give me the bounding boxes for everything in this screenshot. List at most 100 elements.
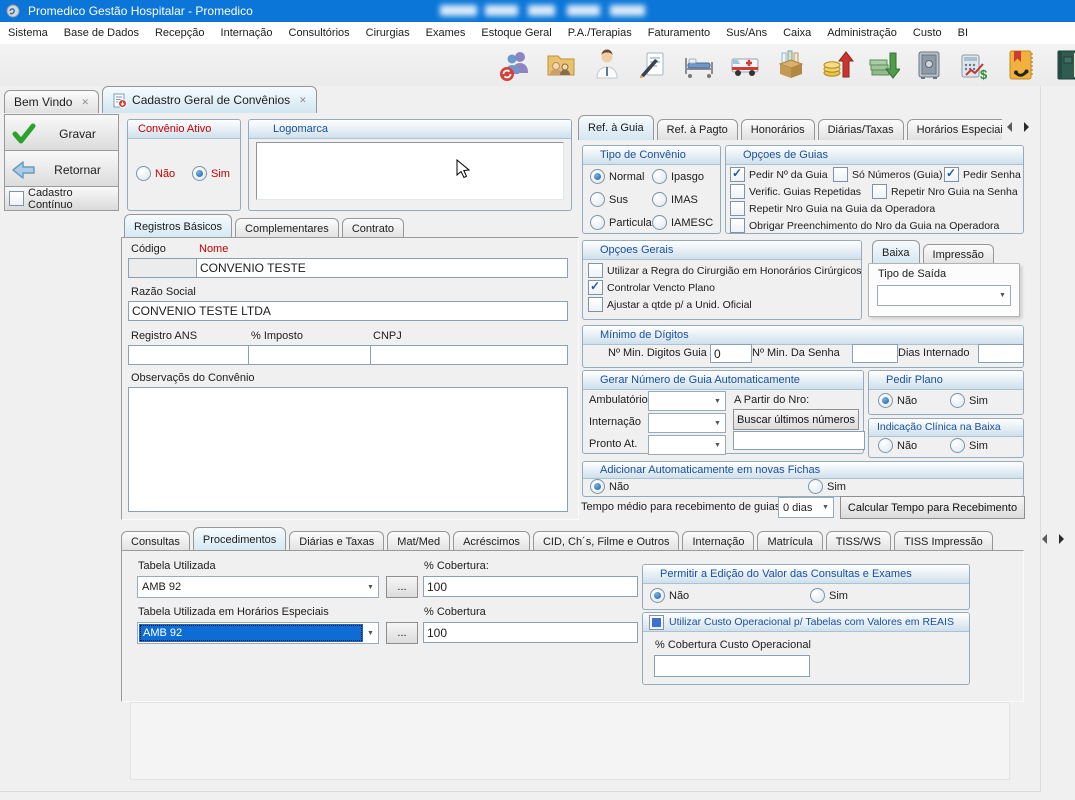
calcular-tempo-button[interactable]: Calcular Tempo para Recebimento: [840, 496, 1025, 519]
radio[interactable]: [652, 192, 667, 207]
cadastro-continuo-checkbox[interactable]: [9, 191, 24, 206]
menu-sus-ans[interactable]: Sus/Ans: [718, 22, 775, 44]
custo-operacional-checkbox[interactable]: [649, 615, 664, 630]
checkbox[interactable]: [730, 167, 745, 182]
checkbox[interactable]: [833, 167, 848, 182]
radio[interactable]: [810, 588, 825, 603]
checkbox[interactable]: [588, 297, 603, 312]
pronto-at-combo[interactable]: ▼: [648, 435, 726, 455]
menu-recepcao[interactable]: Recepção: [147, 22, 213, 44]
buscar-ultimos-numeros-button[interactable]: Buscar últimos números: [733, 409, 859, 430]
scroll-right-icon[interactable]: [1059, 534, 1064, 544]
cobertura1-field[interactable]: 100: [423, 576, 638, 597]
menu-pa-terapias[interactable]: P.A./Terapias: [560, 22, 640, 44]
checkbox[interactable]: [730, 184, 745, 199]
close-icon[interactable]: ✕: [81, 97, 89, 108]
tab-diarias-taxas[interactable]: Diárias/Taxas: [818, 119, 904, 140]
prescription-icon[interactable]: [635, 47, 671, 83]
menu-caixa[interactable]: Caixa: [775, 22, 819, 44]
phone-directory-icon[interactable]: [1003, 47, 1039, 83]
radio[interactable]: [590, 479, 605, 494]
chk-pedir-senha[interactable]: Pedir Senha: [944, 167, 1021, 182]
tab-baixa[interactable]: Baixa: [872, 240, 920, 265]
cnpj-field[interactable]: [370, 345, 568, 365]
ambulatorio-combo[interactable]: ▼: [648, 391, 726, 411]
tab-complementares[interactable]: Complementares: [235, 218, 339, 239]
menu-faturamento[interactable]: Faturamento: [640, 22, 718, 44]
menu-cirurgias[interactable]: Cirurgias: [358, 22, 418, 44]
tab-cadastro-convenios[interactable]: Cadastro Geral de Convênios ✕: [102, 86, 317, 113]
min-senha-field[interactable]: [852, 344, 898, 363]
adicionar-sim[interactable]: Sim: [808, 479, 846, 494]
tab-ref-pagto[interactable]: Ref. à Pagto: [657, 119, 738, 140]
menu-consultorios[interactable]: Consultórios: [281, 22, 358, 44]
tipo-particular[interactable]: Particular: [590, 215, 655, 230]
tab-diarias-e-taxas[interactable]: Diárias e Taxas: [289, 531, 384, 552]
nome-field[interactable]: CONVENIO TESTE: [196, 258, 568, 278]
revenue-up-icon[interactable]: [819, 47, 855, 83]
tabela-utilizada-combo[interactable]: AMB 92▼: [137, 576, 379, 598]
hospital-bed-icon[interactable]: [681, 47, 717, 83]
convenio-ativo-nao[interactable]: Não: [136, 166, 175, 181]
scroll-left-icon[interactable]: [1007, 122, 1012, 132]
patient-records-icon[interactable]: [543, 47, 579, 83]
radio[interactable]: [652, 215, 667, 230]
retornar-button[interactable]: Retornar: [4, 150, 119, 189]
scroll-right-icon[interactable]: [1024, 122, 1029, 132]
logomarca-image-box[interactable]: [256, 142, 564, 200]
chk-obrigar-preenchimento[interactable]: Obrigar Preenchimento do Nro da Guia na …: [730, 218, 999, 233]
chk-regra-cirurgiao[interactable]: Utilizar a Regra do Cirurgião em Honorár…: [588, 263, 861, 278]
gravar-button[interactable]: Gravar: [4, 114, 119, 153]
adicionar-nao[interactable]: Não: [590, 479, 629, 494]
menu-internacao[interactable]: Internação: [213, 22, 281, 44]
observacoes-field[interactable]: [128, 387, 568, 512]
menu-sistema[interactable]: Sistema: [0, 22, 56, 44]
tab-tiss-impressao[interactable]: TISS Impressão: [894, 531, 993, 552]
permitir-nao[interactable]: Não: [650, 588, 689, 603]
checkbox[interactable]: [588, 280, 603, 295]
tab-horarios-especiais[interactable]: Horários Especiais: [907, 119, 1002, 140]
a-partir-nro-field[interactable]: [733, 431, 865, 450]
browse-tabela-button[interactable]: ...: [386, 576, 418, 598]
tab-ref-guia[interactable]: Ref. à Guia: [578, 115, 654, 140]
doctor-icon[interactable]: [589, 47, 625, 83]
chk-so-numeros[interactable]: Só Números (Guia): [833, 167, 942, 182]
tab-cid-chs-filme[interactable]: CID, Ch´s, Filme e Outros: [533, 531, 680, 552]
indicacao-nao[interactable]: Não: [878, 438, 917, 453]
sync-users-icon[interactable]: [497, 47, 533, 83]
internacao-combo[interactable]: ▼: [648, 413, 726, 433]
registro-ans-field[interactable]: [128, 345, 252, 365]
radio[interactable]: [590, 215, 605, 230]
menu-bi[interactable]: BI: [950, 22, 976, 44]
cobertura-custo-field[interactable]: [654, 655, 810, 677]
radio[interactable]: [652, 169, 667, 184]
menu-custo[interactable]: Custo: [905, 22, 950, 44]
tipo-ipasgo[interactable]: Ipasgo: [652, 169, 704, 184]
min-digitos-guia-field[interactable]: 0: [710, 344, 752, 363]
radio[interactable]: [590, 192, 605, 207]
radio[interactable]: [878, 393, 893, 408]
chk-repetir-senha[interactable]: Repetir Nro Guia na Senha: [872, 184, 1018, 199]
ledger-book-icon[interactable]: [1049, 47, 1075, 83]
checkbox[interactable]: [944, 167, 959, 182]
finance-calculator-icon[interactable]: $: [957, 47, 993, 83]
chk-pedir-numero-guia[interactable]: Pedir Nº da Guia: [730, 167, 828, 182]
convenio-ativo-sim[interactable]: Sim: [192, 166, 230, 181]
tab-procedimentos[interactable]: Procedimentos: [193, 527, 286, 552]
tab-tiss-ws[interactable]: TISS/WS: [826, 531, 891, 552]
chk-controlar-vencto[interactable]: Controlar Vencto Plano: [588, 280, 715, 295]
tipo-imas[interactable]: IMAS: [652, 192, 698, 207]
tab-consultas[interactable]: Consultas: [121, 531, 190, 552]
stock-supplies-icon[interactable]: [773, 47, 809, 83]
tempo-medio-combo[interactable]: 0 dias▼: [778, 497, 834, 518]
tipo-sus[interactable]: Sus: [590, 192, 628, 207]
browse-tabela-especiais-button[interactable]: ...: [386, 622, 418, 644]
menu-administracao[interactable]: Administração: [819, 22, 905, 44]
tab-internacao-sub[interactable]: Internação: [682, 531, 754, 552]
radio[interactable]: [808, 479, 823, 494]
pedir-plano-nao[interactable]: Não: [878, 393, 917, 408]
tab-registros-basicos[interactable]: Registros Básicos: [124, 214, 232, 239]
menu-estoque-geral[interactable]: Estoque Geral: [473, 22, 559, 44]
dias-internado-field[interactable]: [978, 344, 1024, 363]
menu-base-de-dados[interactable]: Base de Dados: [56, 22, 147, 44]
